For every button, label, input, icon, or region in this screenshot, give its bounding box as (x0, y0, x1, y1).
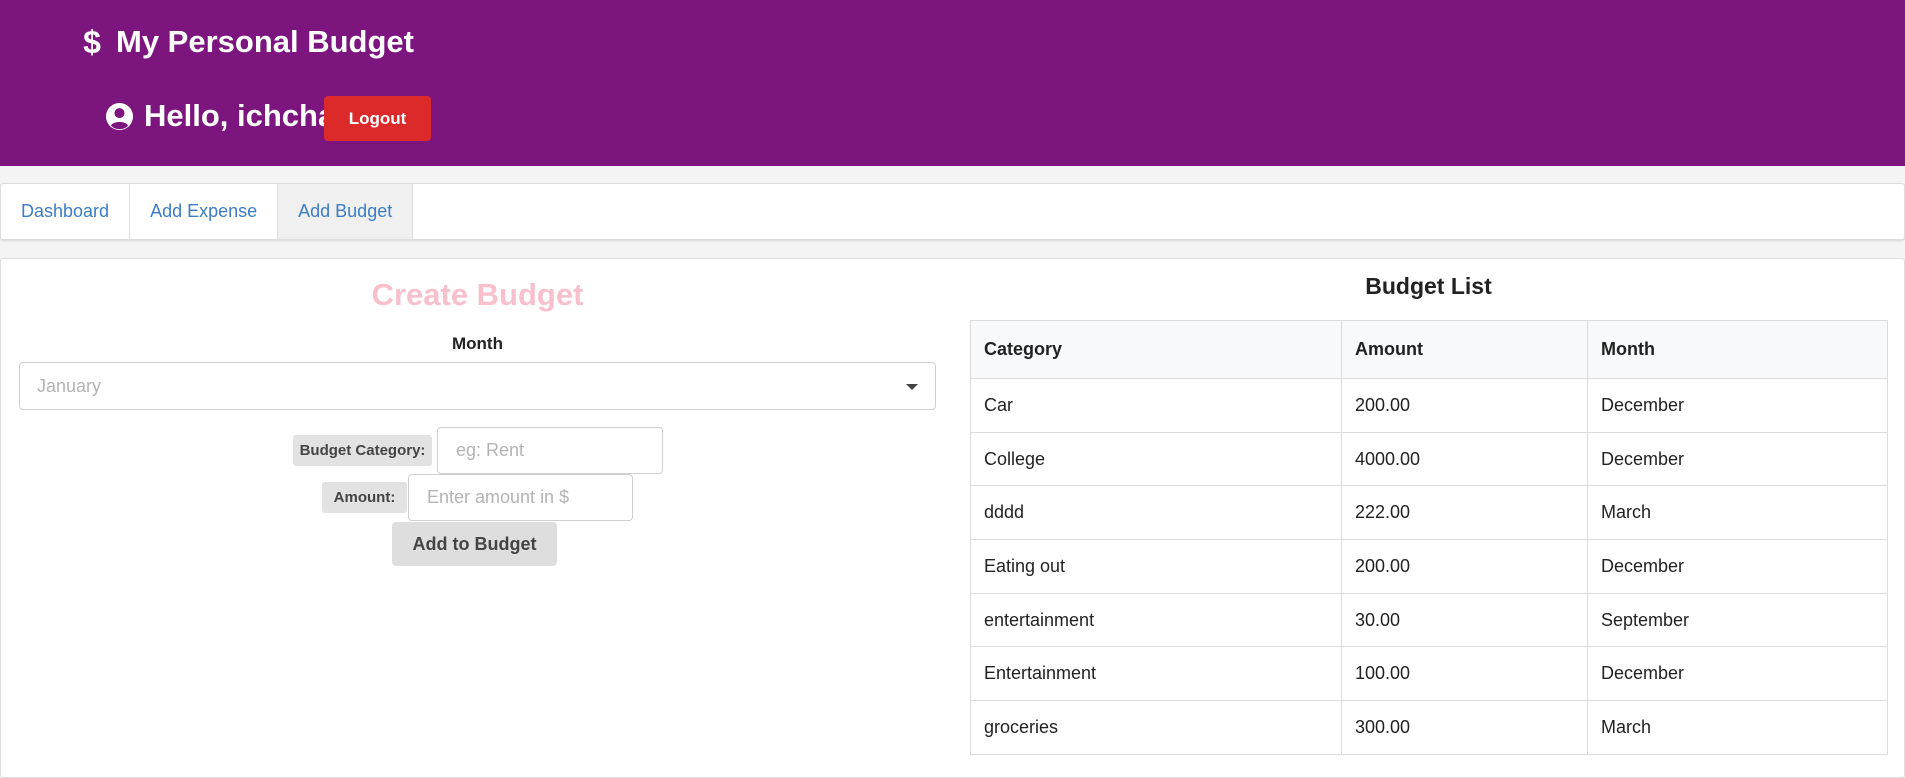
cell-category: dddd (970, 485, 1342, 541)
cell-month: March (1587, 700, 1888, 755)
month-select[interactable]: January (19, 362, 936, 410)
tab-add-budget[interactable]: Add Budget (278, 184, 414, 239)
cell-category: groceries (970, 700, 1342, 755)
user-greeting: Hello, ichcha! (105, 96, 346, 136)
column-header-amount: Amount (1341, 320, 1588, 379)
amount-label: Amount: (322, 482, 407, 513)
user-circle-icon (105, 102, 134, 130)
tab-add-expense[interactable]: Add Expense (130, 184, 279, 239)
logout-button[interactable]: Logout (324, 96, 431, 141)
cell-category: Car (970, 378, 1342, 433)
create-budget-title: Create Budget (371, 277, 584, 312)
month-select-value: January (37, 375, 102, 396)
budget-table: Category Amount Month Car 200.00 Decembe… (970, 320, 1888, 755)
brand: $ My Personal Budget (82, 22, 414, 62)
cell-amount: 300.00 (1341, 700, 1588, 755)
cell-amount: 200.00 (1341, 539, 1588, 594)
table-row: Eating out 200.00 December (970, 539, 1888, 594)
table-row: dddd 222.00 March (970, 485, 1888, 541)
table-row: College 4000.00 December (970, 431, 1888, 487)
cell-category: Eating out (970, 539, 1342, 594)
app-title: My Personal Budget (116, 24, 414, 59)
cell-category: Entertainment (970, 646, 1342, 702)
budget-list-title: Budget List (1365, 273, 1492, 299)
nav-tabs: Dashboard Add Expense Add Budget (0, 183, 1905, 240)
cell-month: March (1587, 485, 1888, 541)
table-header-row: Category Amount Month (970, 320, 1888, 379)
table-row: groceries 300.00 March (970, 700, 1888, 755)
cell-category: entertainment (970, 592, 1342, 648)
table-row: Car 200.00 December (970, 378, 1888, 433)
cell-month: September (1587, 592, 1888, 648)
greeting-text: Hello, ichcha! (144, 98, 346, 133)
app-header: $ My Personal Budget Hello, ichcha! Logo… (0, 0, 1905, 166)
column-header-category: Category (970, 320, 1342, 379)
cell-category: College (970, 431, 1342, 487)
add-to-budget-button[interactable]: Add to Budget (392, 522, 557, 566)
cell-amount: 222.00 (1341, 485, 1588, 541)
tab-dashboard[interactable]: Dashboard (1, 184, 131, 239)
cell-month: December (1587, 539, 1888, 594)
cell-month: December (1587, 378, 1888, 433)
column-header-month: Month (1587, 320, 1888, 379)
month-label: Month (452, 334, 503, 353)
dollar-icon: $ (83, 23, 101, 60)
table-row: Entertainment 100.00 December (970, 646, 1888, 702)
budget-category-input[interactable] (437, 427, 663, 474)
caret-down-icon (906, 384, 918, 390)
cell-month: December (1587, 646, 1888, 702)
cell-amount: 200.00 (1341, 378, 1588, 433)
amount-input[interactable] (408, 474, 633, 521)
table-row: entertainment 30.00 September (970, 592, 1888, 648)
cell-amount: 100.00 (1341, 646, 1588, 702)
cell-amount: 30.00 (1341, 592, 1588, 648)
cell-month: December (1587, 431, 1888, 487)
cell-amount: 4000.00 (1341, 431, 1588, 487)
budget-category-label: Budget Category: (293, 435, 432, 466)
